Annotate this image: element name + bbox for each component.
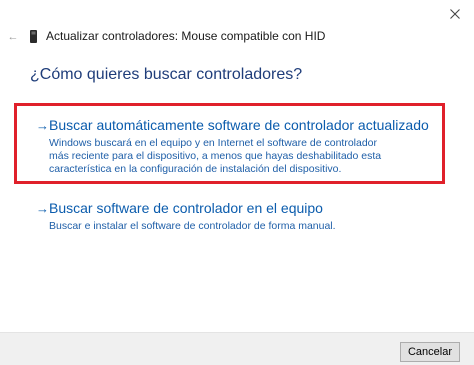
update-drivers-dialog: ← Actualizar controladores: Mouse compat… xyxy=(0,0,474,365)
dialog-footer: Cancelar xyxy=(0,332,474,365)
mouse-device-icon xyxy=(30,30,37,43)
option-title: Buscar software de controlador en el equ… xyxy=(49,200,323,216)
close-icon xyxy=(450,9,460,19)
cancel-button[interactable]: Cancelar xyxy=(400,342,460,362)
dialog-title: Actualizar controladores: Mouse compatib… xyxy=(46,29,326,43)
dialog-header: ← Actualizar controladores: Mouse compat… xyxy=(0,26,474,48)
option-browse-computer[interactable]: → Buscar software de controlador en el e… xyxy=(36,200,389,233)
option-title: Buscar automáticamente software de contr… xyxy=(49,117,429,133)
option-description: Windows buscará en el equipo y en Intern… xyxy=(49,137,382,175)
option-search-automatically[interactable]: → Buscar automáticamente software de con… xyxy=(36,117,429,176)
arrow-right-icon: → xyxy=(36,117,49,133)
back-button[interactable]: ← xyxy=(6,28,20,46)
arrow-right-icon: → xyxy=(36,200,49,216)
page-heading: ¿Cómo quieres buscar controladores? xyxy=(30,66,303,83)
back-arrow-icon: ← xyxy=(7,31,19,43)
close-button[interactable] xyxy=(436,0,474,28)
option-description: Buscar e instalar el software de control… xyxy=(49,220,336,232)
